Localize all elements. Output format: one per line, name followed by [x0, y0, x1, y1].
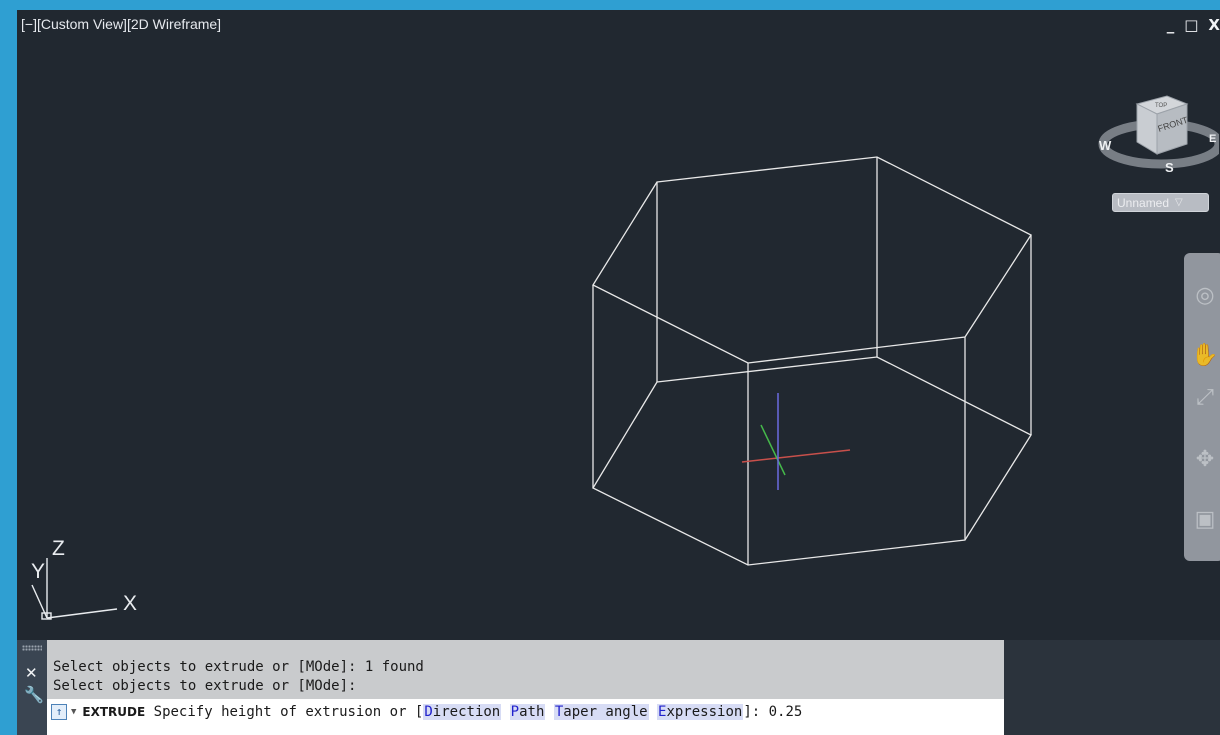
viewcube-graphic[interactable]: TOP FRONT W E S: [1089, 82, 1220, 192]
customize-wrench-icon[interactable]: 🔧: [24, 685, 44, 704]
gizmo-y-axis: [760, 424, 786, 476]
gizmo-x-axis: [741, 449, 851, 463]
compass-west: W: [1099, 138, 1112, 153]
ucs-z-label: Z: [52, 537, 65, 560]
command-history: Select objects to extrude or [MOde]: 1 f…: [53, 658, 424, 696]
close-icon[interactable]: X: [1208, 16, 1220, 34]
named-view-dropdown[interactable]: Unnamed ▽: [1112, 193, 1209, 212]
option-taper-angle[interactable]: Taper angle: [553, 704, 649, 720]
zoom-extents-icon[interactable]: ⤢: [1190, 383, 1220, 413]
showmotion-icon[interactable]: ▣: [1190, 505, 1220, 535]
command-line-panel[interactable]: ✕ 🔧 Select objects to extrude or [MOde]:…: [17, 640, 1004, 735]
history-line: Select objects to extrude or [MOde]: 1 f…: [53, 659, 424, 675]
viewport-label[interactable]: [−][Custom View][2D Wireframe]: [21, 16, 221, 32]
viewcube[interactable]: TOP FRONT W E S: [1089, 82, 1220, 192]
command-line-sidebar: ✕ 🔧: [17, 640, 47, 735]
status-area-background: [1004, 640, 1220, 735]
prompt-end: ]:: [743, 704, 761, 720]
drag-grip-icon[interactable]: [22, 645, 42, 651]
viewcube-top-face: TOP: [1155, 103, 1167, 109]
command-name: EXTRUDE: [82, 705, 146, 719]
pan-hand-icon[interactable]: ✋: [1190, 341, 1220, 371]
extrude-command-icon[interactable]: ↑: [51, 704, 67, 720]
steering-wheel-icon[interactable]: ◎: [1190, 281, 1220, 311]
chevron-down-icon[interactable]: ▼: [71, 707, 76, 717]
command-input-line[interactable]: ↑ ▼ EXTRUDE Specify height of extrusion …: [47, 699, 1004, 735]
ucs-x-label: X: [123, 592, 138, 615]
drawing-canvas[interactable]: [17, 10, 1220, 640]
prompt-text: Specify height of extrusion or [: [153, 704, 424, 720]
restore-icon[interactable]: □: [1184, 16, 1198, 34]
compass-south: S: [1165, 160, 1174, 175]
ucs-gizmo: [741, 393, 851, 490]
prism-top-face: [592, 156, 1032, 364]
option-expression[interactable]: Expression: [657, 704, 744, 720]
viewport-window-controls: _ □ X: [1167, 16, 1220, 34]
chevron-down-icon: ▽: [1175, 197, 1183, 208]
model-viewport[interactable]: [−][Custom View][2D Wireframe] _ □ X TOP…: [17, 10, 1220, 640]
command-input-value[interactable]: 0.25: [769, 704, 803, 720]
named-view-value: Unnamed: [1117, 195, 1170, 210]
compass-east: E: [1209, 133, 1216, 145]
hex-prism-wireframe[interactable]: [592, 156, 1032, 566]
command-prompt: EXTRUDE Specify height of extrusion or […: [82, 704, 802, 720]
ucs-y-label: Y: [31, 560, 46, 583]
minimize-icon[interactable]: _: [1167, 16, 1175, 34]
option-direction[interactable]: Direction: [423, 704, 502, 720]
history-line: Select objects to extrude or [MOde]:: [53, 678, 357, 694]
option-path[interactable]: Path: [509, 704, 546, 720]
orbit-icon[interactable]: ✥: [1190, 445, 1220, 475]
close-icon[interactable]: ✕: [25, 664, 38, 682]
navigation-bar[interactable]: ◎ ✋ ⤢ ✥ ▣: [1184, 253, 1220, 561]
